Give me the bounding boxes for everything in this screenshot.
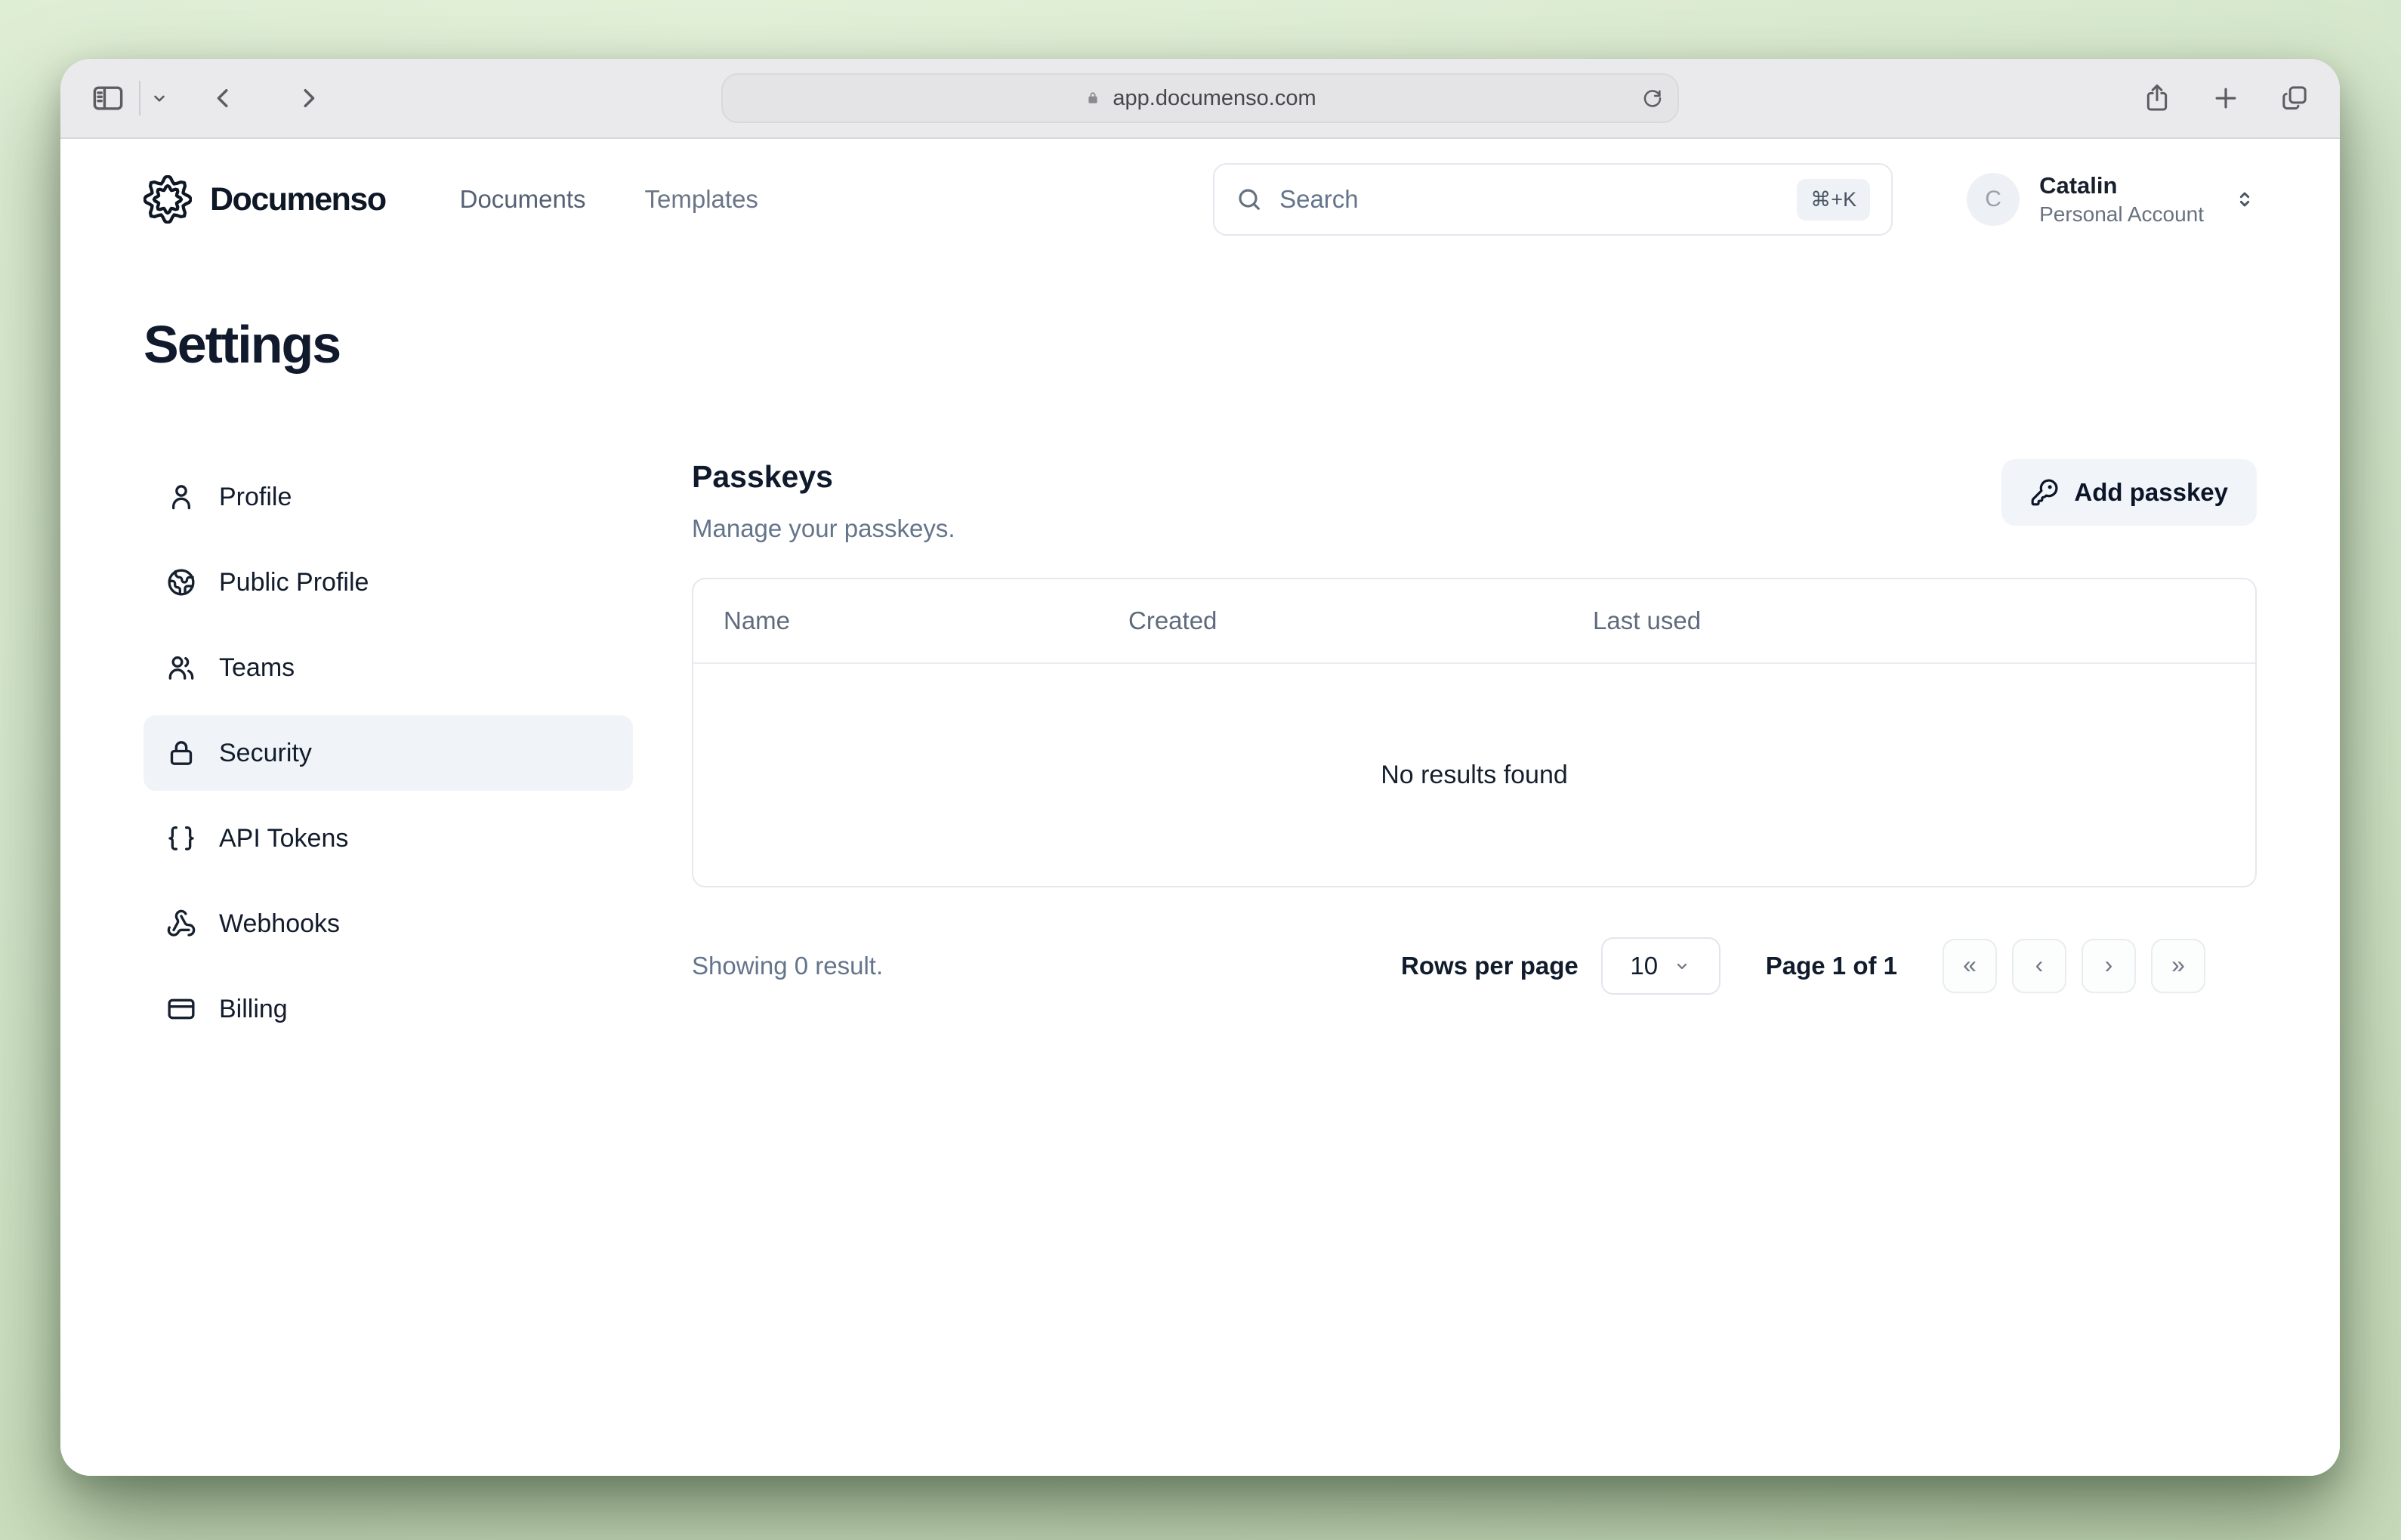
previous-page-button[interactable]: ‹ bbox=[2012, 939, 2066, 993]
add-passkey-button[interactable]: Add passkey bbox=[2001, 459, 2257, 526]
pagination: « ‹ › » bbox=[1943, 939, 2205, 993]
settings-sidebar: Profile Public Profile bbox=[144, 459, 633, 1047]
tls-lock-icon bbox=[1084, 89, 1102, 107]
page-indicator: Page 1 of 1 bbox=[1766, 952, 1897, 980]
brand[interactable]: Documenso bbox=[144, 175, 386, 224]
chevron-down-icon bbox=[1673, 957, 1691, 975]
sidebar-item-label: Webhooks bbox=[219, 909, 340, 939]
passkeys-panel: Passkeys Manage your passkeys. Add passk… bbox=[692, 459, 2257, 1047]
last-page-button[interactable]: » bbox=[2151, 939, 2205, 993]
column-header-last-used: Last used bbox=[1563, 606, 2255, 635]
lock-icon bbox=[166, 738, 196, 768]
rows-per-page-label: Rows per page bbox=[1401, 952, 1579, 980]
column-header-created: Created bbox=[1098, 606, 1563, 635]
new-tab-icon[interactable] bbox=[2211, 84, 2240, 113]
browser-window: app.documenso.com bbox=[60, 59, 2340, 1476]
sidebar-item-label: Security bbox=[219, 739, 312, 768]
refresh-icon[interactable] bbox=[1641, 87, 1664, 110]
sidebar-item-billing[interactable]: Billing bbox=[144, 971, 633, 1047]
browser-toolbar: app.documenso.com bbox=[60, 59, 2340, 139]
nav-item-templates[interactable]: Templates bbox=[645, 185, 758, 214]
tab-overview-icon[interactable] bbox=[2279, 83, 2310, 113]
search-shortcut-badge: ⌘+K bbox=[1797, 179, 1870, 221]
table-footer: Showing 0 result. Rows per page 10 bbox=[692, 937, 2257, 995]
sidebar-item-label: Profile bbox=[219, 483, 292, 512]
nav-item-documents[interactable]: Documents bbox=[460, 185, 586, 214]
first-page-button[interactable]: « bbox=[1943, 939, 1997, 993]
documenso-logo-icon bbox=[144, 175, 192, 224]
next-page-button[interactable]: › bbox=[2082, 939, 2136, 993]
sidebar-item-public-profile[interactable]: Public Profile bbox=[144, 545, 633, 620]
empty-state-message: No results found bbox=[693, 664, 2255, 886]
rows-per-page-select[interactable]: 10 bbox=[1601, 937, 1721, 995]
toolbar-divider bbox=[139, 81, 140, 116]
desktop-background: app.documenso.com bbox=[0, 0, 2401, 1540]
url-text: app.documenso.com bbox=[1113, 86, 1316, 111]
chevrons-up-down-icon bbox=[2233, 187, 2257, 211]
share-icon[interactable] bbox=[2142, 83, 2172, 113]
passkeys-table: Name Created Last used No results found bbox=[692, 578, 2257, 887]
account-type: Personal Account bbox=[2039, 201, 2204, 227]
sidebar-item-profile[interactable]: Profile bbox=[144, 459, 633, 535]
passkeys-heading: Passkeys bbox=[692, 459, 955, 495]
brand-name: Documenso bbox=[210, 181, 386, 218]
account-name: Catalin bbox=[2039, 171, 2204, 201]
sidebar-item-teams[interactable]: Teams bbox=[144, 630, 633, 705]
sidebar-item-security[interactable]: Security bbox=[144, 715, 633, 791]
sidebar-item-api-tokens[interactable]: API Tokens bbox=[144, 801, 633, 876]
account-menu[interactable]: C Catalin Personal Account bbox=[1967, 171, 2257, 227]
column-header-name: Name bbox=[693, 606, 1098, 635]
forward-button[interactable] bbox=[295, 84, 323, 113]
sidebar-item-label: Teams bbox=[219, 653, 295, 683]
sidebar-item-label: Public Profile bbox=[219, 568, 369, 597]
table-header-row: Name Created Last used bbox=[693, 579, 2255, 664]
search-input[interactable] bbox=[1279, 185, 1780, 214]
sidebar-toggle-icon[interactable] bbox=[91, 81, 125, 116]
sidebar-item-label: API Tokens bbox=[219, 824, 348, 853]
rows-per-page-value: 10 bbox=[1630, 952, 1658, 980]
page-title: Settings bbox=[144, 314, 2257, 375]
results-summary: Showing 0 result. bbox=[692, 952, 883, 980]
credit-card-icon bbox=[166, 994, 196, 1024]
main-nav: Documents Templates bbox=[460, 185, 758, 214]
sidebar-item-webhooks[interactable]: Webhooks bbox=[144, 886, 633, 961]
sidebar-item-label: Billing bbox=[219, 995, 288, 1024]
users-icon bbox=[166, 653, 196, 683]
avatar: C bbox=[1967, 173, 2020, 226]
braces-icon bbox=[166, 823, 196, 853]
search-box[interactable]: ⌘+K bbox=[1213, 163, 1893, 236]
webhook-icon bbox=[166, 909, 196, 939]
address-bar[interactable]: app.documenso.com bbox=[721, 73, 1679, 123]
globe-icon bbox=[166, 567, 196, 597]
passkeys-description: Manage your passkeys. bbox=[692, 514, 955, 543]
key-icon bbox=[2030, 478, 2059, 507]
user-icon bbox=[166, 482, 196, 512]
app-content: Documenso Documents Templates ⌘+K bbox=[60, 139, 2340, 1476]
add-passkey-label: Add passkey bbox=[2074, 478, 2228, 507]
app-header: Documenso Documents Templates ⌘+K bbox=[144, 162, 2257, 237]
search-icon bbox=[1236, 186, 1263, 213]
chevron-down-icon[interactable] bbox=[150, 88, 169, 108]
back-button[interactable] bbox=[208, 84, 237, 113]
